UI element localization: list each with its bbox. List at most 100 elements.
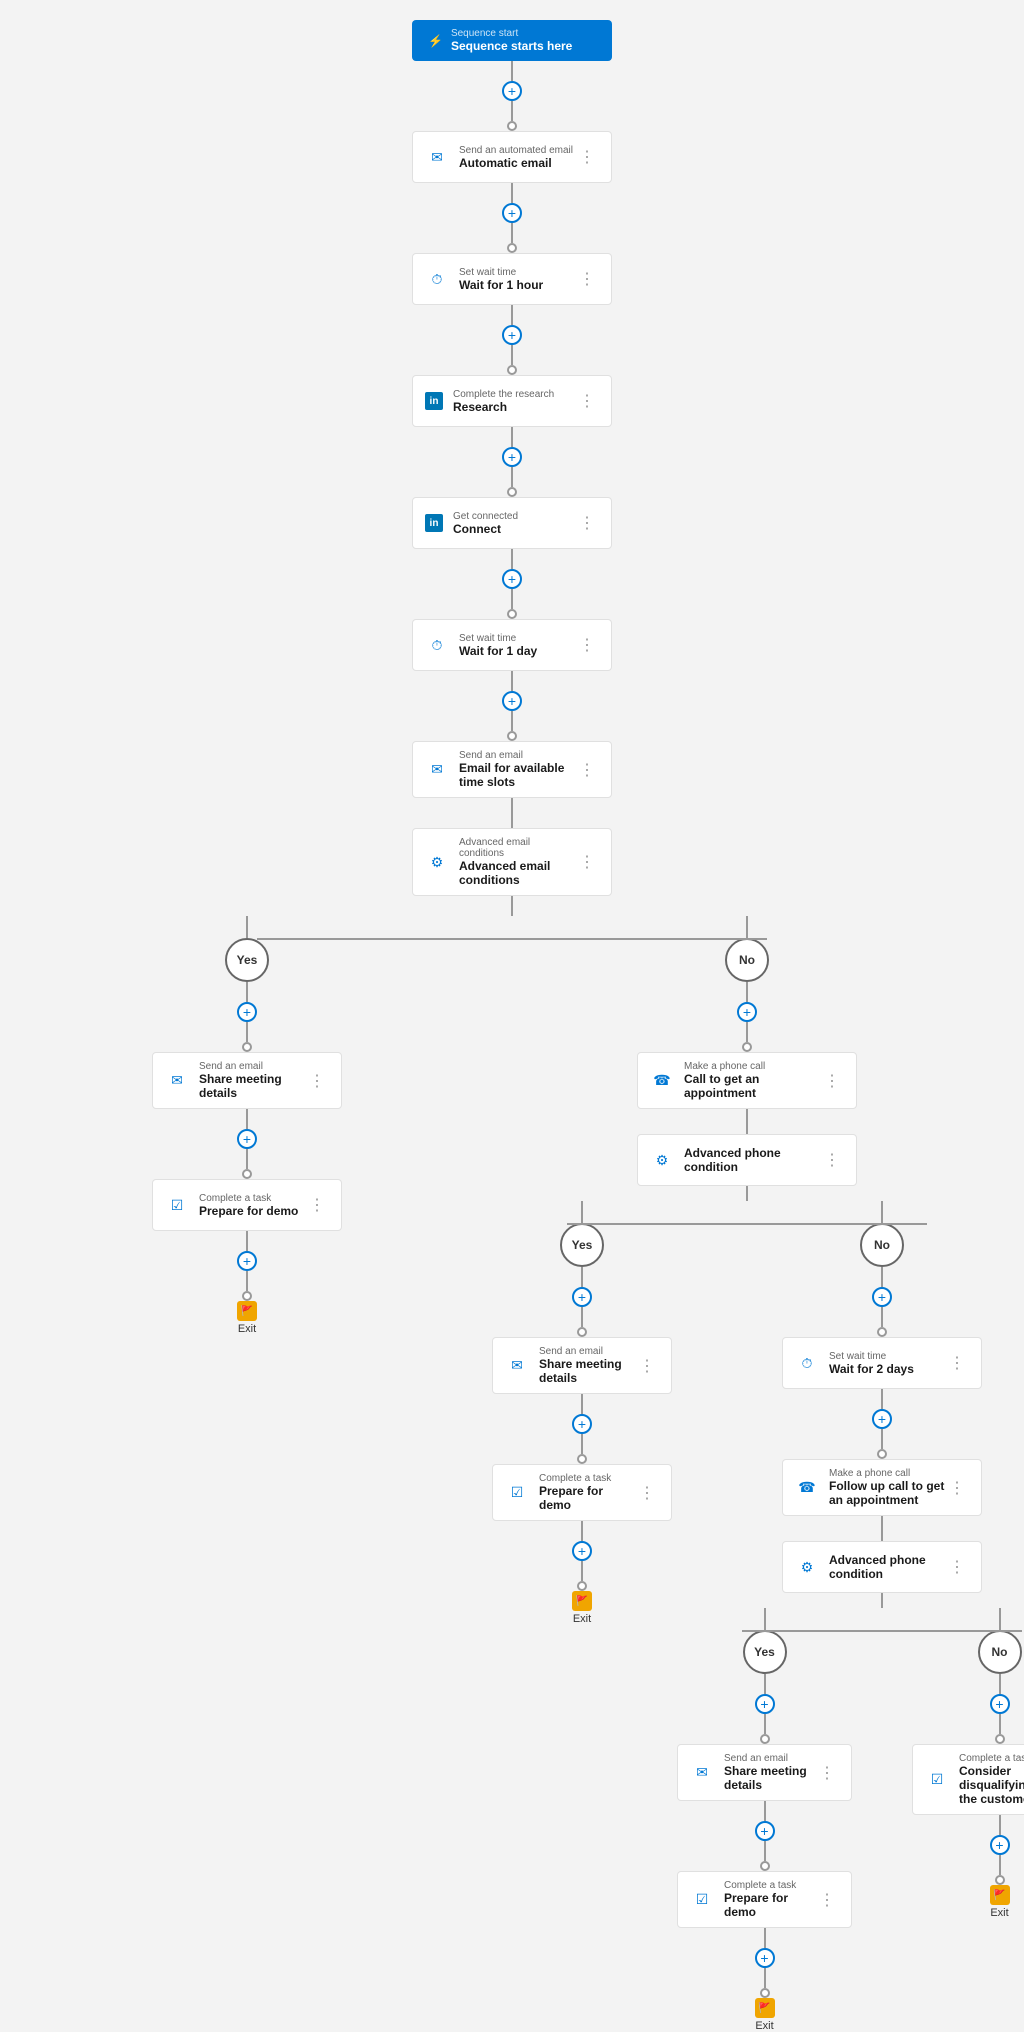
node-content: Set wait time Wait for 2 days — [829, 1351, 945, 1376]
circle — [577, 1454, 587, 1464]
line — [511, 798, 513, 828]
more-options-btn[interactable]: ⋮ — [815, 1890, 839, 1910]
add-step-btn-no2-2[interactable]: + — [872, 1409, 892, 1429]
more-options-btn[interactable]: ⋮ — [945, 1557, 969, 1577]
clock-icon-2: ⏱ — [425, 633, 449, 657]
node-prepare-demo-yes2: ☑ Complete a task Prepare for demo ⋮ — [492, 1464, 672, 1521]
add-step-btn-4[interactable]: + — [502, 447, 522, 467]
node-connect: in Get connected Connect ⋮ — [412, 497, 612, 549]
node-title: Prepare for demo — [199, 1204, 305, 1218]
node-content: Set wait time Wait for 1 day — [459, 633, 575, 658]
line — [999, 1815, 1001, 1835]
flow-canvas: ⚡ Sequence start Sequence starts here + … — [0, 0, 1024, 2032]
line — [881, 1516, 883, 1541]
exit-icon: 🚩 — [237, 1301, 257, 1321]
line — [511, 183, 513, 203]
more-options-btn[interactable]: ⋮ — [575, 760, 599, 780]
circle — [877, 1327, 887, 1337]
node-content: Advanced phone condition — [829, 1553, 945, 1581]
email-icon-2: ✉ — [425, 758, 449, 782]
clock-icon-no2: ⏱ — [795, 1351, 819, 1375]
add-step-btn-yes3-3[interactable]: + — [755, 1948, 775, 1968]
node-title: Email for available time slots — [459, 761, 575, 789]
circle — [507, 609, 517, 619]
more-options-btn[interactable]: ⋮ — [575, 269, 599, 289]
top-section: ⚡ Sequence start Sequence starts here + … — [0, 0, 1024, 2032]
node-content: Complete a task Consider disqualifying t… — [959, 1753, 1024, 1806]
add-step-btn-no3-1[interactable]: + — [990, 1694, 1010, 1714]
node-label: Set wait time — [459, 267, 575, 278]
more-options-btn[interactable]: ⋮ — [575, 513, 599, 533]
line — [246, 1231, 248, 1251]
yes2-bubble: Yes — [560, 1223, 604, 1267]
add-step-btn-no1[interactable]: + — [737, 1002, 757, 1022]
line — [764, 1841, 766, 1861]
more-options-btn[interactable]: ⋮ — [575, 147, 599, 167]
add-step-btn-yes2[interactable]: + — [237, 1129, 257, 1149]
more-options-btn[interactable]: ⋮ — [575, 391, 599, 411]
line — [511, 671, 513, 691]
more-options-btn[interactable]: ⋮ — [575, 635, 599, 655]
add-step-btn-yes2-3[interactable]: + — [572, 1541, 592, 1561]
node-advanced-phone: ⚙ Advanced phone condition ⋮ — [637, 1134, 857, 1186]
connector: + — [237, 1231, 257, 1301]
more-options-btn[interactable]: ⋮ — [635, 1483, 659, 1503]
add-step-btn-yes3[interactable]: + — [237, 1251, 257, 1271]
more-options-btn[interactable]: ⋮ — [815, 1763, 839, 1783]
connector: + — [572, 1394, 592, 1464]
add-step-btn-no3-2[interactable]: + — [990, 1835, 1010, 1855]
add-step-btn-yes3-1[interactable]: + — [755, 1694, 775, 1714]
add-step-btn-yes1[interactable]: + — [237, 1002, 257, 1022]
circle — [995, 1734, 1005, 1744]
more-options-btn[interactable]: ⋮ — [945, 1478, 969, 1498]
node-content: Send an email Share meeting details — [539, 1346, 635, 1385]
connector-5: + — [502, 549, 522, 619]
branch-row-3: Yes + ✉ Send an e — [672, 1608, 1024, 2032]
add-step-btn-yes2-1[interactable]: + — [572, 1287, 592, 1307]
node-title: Follow up call to get an appointment — [829, 1479, 945, 1507]
node-prepare-demo-yes3: ☑ Complete a task Prepare for demo ⋮ — [677, 1871, 852, 1928]
node-automatic-email: ✉ Send an automated email Automatic emai… — [412, 131, 612, 183]
line — [881, 1389, 883, 1409]
more-options-btn[interactable]: ⋮ — [305, 1071, 329, 1091]
task-icon-yes1: ☑ — [165, 1193, 189, 1217]
add-step-btn-1[interactable]: + — [502, 81, 522, 101]
node-wait-2days: ⏱ Set wait time Wait for 2 days ⋮ — [782, 1337, 982, 1389]
node-share-meeting-yes2: ✉ Send an email Share meeting details ⋮ — [492, 1337, 672, 1394]
line — [881, 1267, 883, 1287]
circle — [507, 121, 517, 131]
more-options-btn[interactable]: ⋮ — [820, 1150, 844, 1170]
node-title: Share meeting details — [539, 1357, 635, 1385]
circle — [507, 365, 517, 375]
node-label: Advanced email conditions — [459, 837, 575, 859]
no3-col: No + ☑ Complete a — [907, 1608, 1024, 1919]
branch-line-h2 — [567, 1223, 927, 1225]
line — [746, 1022, 748, 1042]
add-step-btn-3[interactable]: + — [502, 325, 522, 345]
connector-2: + — [502, 183, 522, 253]
line — [581, 1561, 583, 1581]
add-step-btn-no2-1[interactable]: + — [872, 1287, 892, 1307]
add-step-btn-5[interactable]: + — [502, 569, 522, 589]
more-options-btn[interactable]: ⋮ — [820, 1071, 844, 1091]
add-step-btn-6[interactable]: + — [502, 691, 522, 711]
line — [881, 1307, 883, 1327]
circle — [877, 1449, 887, 1459]
more-options-btn[interactable]: ⋮ — [305, 1195, 329, 1215]
more-options-btn[interactable]: ⋮ — [945, 1353, 969, 1373]
add-step-btn-2[interactable]: + — [502, 203, 522, 223]
advanced-phone-icon-2: ⚙ — [795, 1555, 819, 1579]
line — [764, 1674, 766, 1694]
more-options-btn[interactable]: ⋮ — [575, 852, 599, 872]
connector: + — [237, 1109, 257, 1179]
line — [746, 982, 748, 1002]
add-step-btn-yes3-2[interactable]: + — [755, 1821, 775, 1841]
line — [581, 1521, 583, 1541]
line — [999, 1674, 1001, 1694]
line — [881, 1201, 883, 1223]
more-options-btn[interactable]: ⋮ — [635, 1356, 659, 1376]
exit-label-yes2: Exit — [573, 1613, 591, 1625]
line — [511, 305, 513, 325]
add-step-btn-yes2-2[interactable]: + — [572, 1414, 592, 1434]
node-title: Wait for 1 hour — [459, 278, 575, 292]
